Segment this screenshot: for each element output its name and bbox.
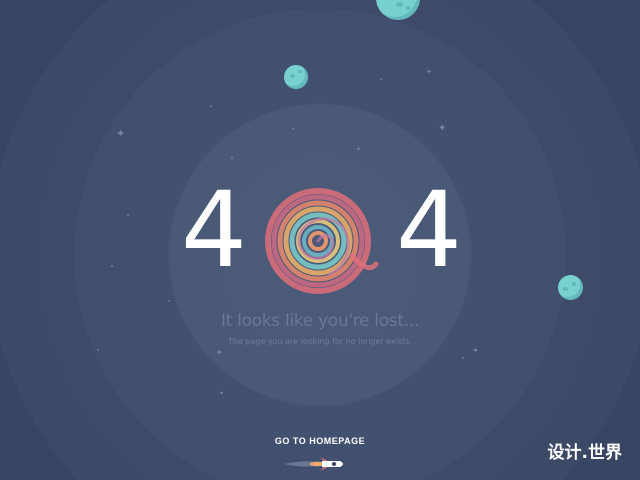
star-dot bbox=[210, 105, 212, 107]
star-dot bbox=[111, 265, 113, 267]
planet-icon bbox=[558, 275, 583, 300]
error-description: The page you are looking for no longer e… bbox=[227, 337, 413, 346]
rocket-icon bbox=[284, 457, 343, 471]
error-code-digit-left: 4 bbox=[180, 169, 248, 291]
star-icon: ✦ bbox=[219, 390, 225, 397]
swirl-zero-icon bbox=[265, 188, 379, 294]
error-page: ✦ ✦ ✦ ✦ ✦ ✦ ✦ 4 4 It looks like you're l… bbox=[0, 0, 640, 480]
star-dot bbox=[168, 300, 170, 302]
star-dot bbox=[97, 349, 99, 351]
planet-icon bbox=[376, 0, 420, 20]
star-dot bbox=[231, 157, 233, 159]
star-dot bbox=[380, 78, 382, 80]
star-icon: ✦ bbox=[472, 346, 479, 355]
star-dot bbox=[127, 214, 129, 216]
watermark-text: 设计.世界 bbox=[547, 443, 622, 463]
star-icon: ✦ bbox=[116, 127, 126, 140]
star-dot bbox=[462, 357, 464, 359]
planet-icon bbox=[284, 65, 308, 89]
star-icon: ✦ bbox=[426, 68, 432, 76]
star-dot bbox=[292, 128, 294, 130]
error-code-digit-right: 4 bbox=[395, 169, 463, 291]
star-icon: ✦ bbox=[216, 348, 223, 357]
go-to-homepage-button[interactable]: GO TO HOMEPAGE bbox=[0, 436, 640, 446]
error-headline: It looks like you're lost... bbox=[220, 311, 420, 331]
star-icon: ✦ bbox=[438, 123, 447, 134]
star-icon: ✦ bbox=[356, 146, 362, 153]
